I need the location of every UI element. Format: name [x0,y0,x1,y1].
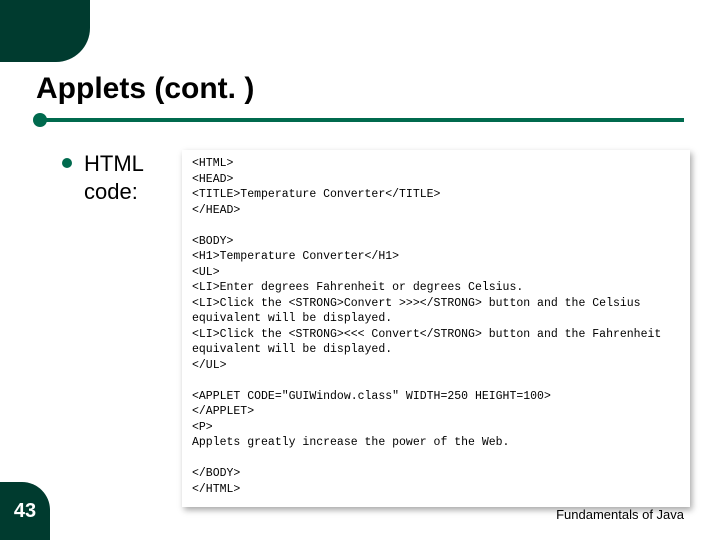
corner-decor-top-left [0,0,90,62]
code-example-box: <HTML> <HEAD> <TITLE>Temperature Convert… [182,150,690,507]
page-number-badge: 43 [0,482,50,540]
code-content: <HTML> <HEAD> <TITLE>Temperature Convert… [192,156,680,497]
underline-bar [36,118,684,122]
bullet-item: HTML code: [62,150,164,205]
bullet-dot-icon [62,158,72,168]
slide: Applets (cont. ) HTML code: <HTML> <HEAD… [0,0,720,540]
bullet-label: HTML code: [84,150,164,205]
body-row: HTML code: <HTML> <HEAD> <TITLE>Temperat… [62,150,690,507]
slide-title: Applets (cont. ) [36,72,254,106]
title-underline [36,118,684,122]
footer-text: Fundamentals of Java [556,507,684,522]
page-number: 43 [14,500,36,523]
